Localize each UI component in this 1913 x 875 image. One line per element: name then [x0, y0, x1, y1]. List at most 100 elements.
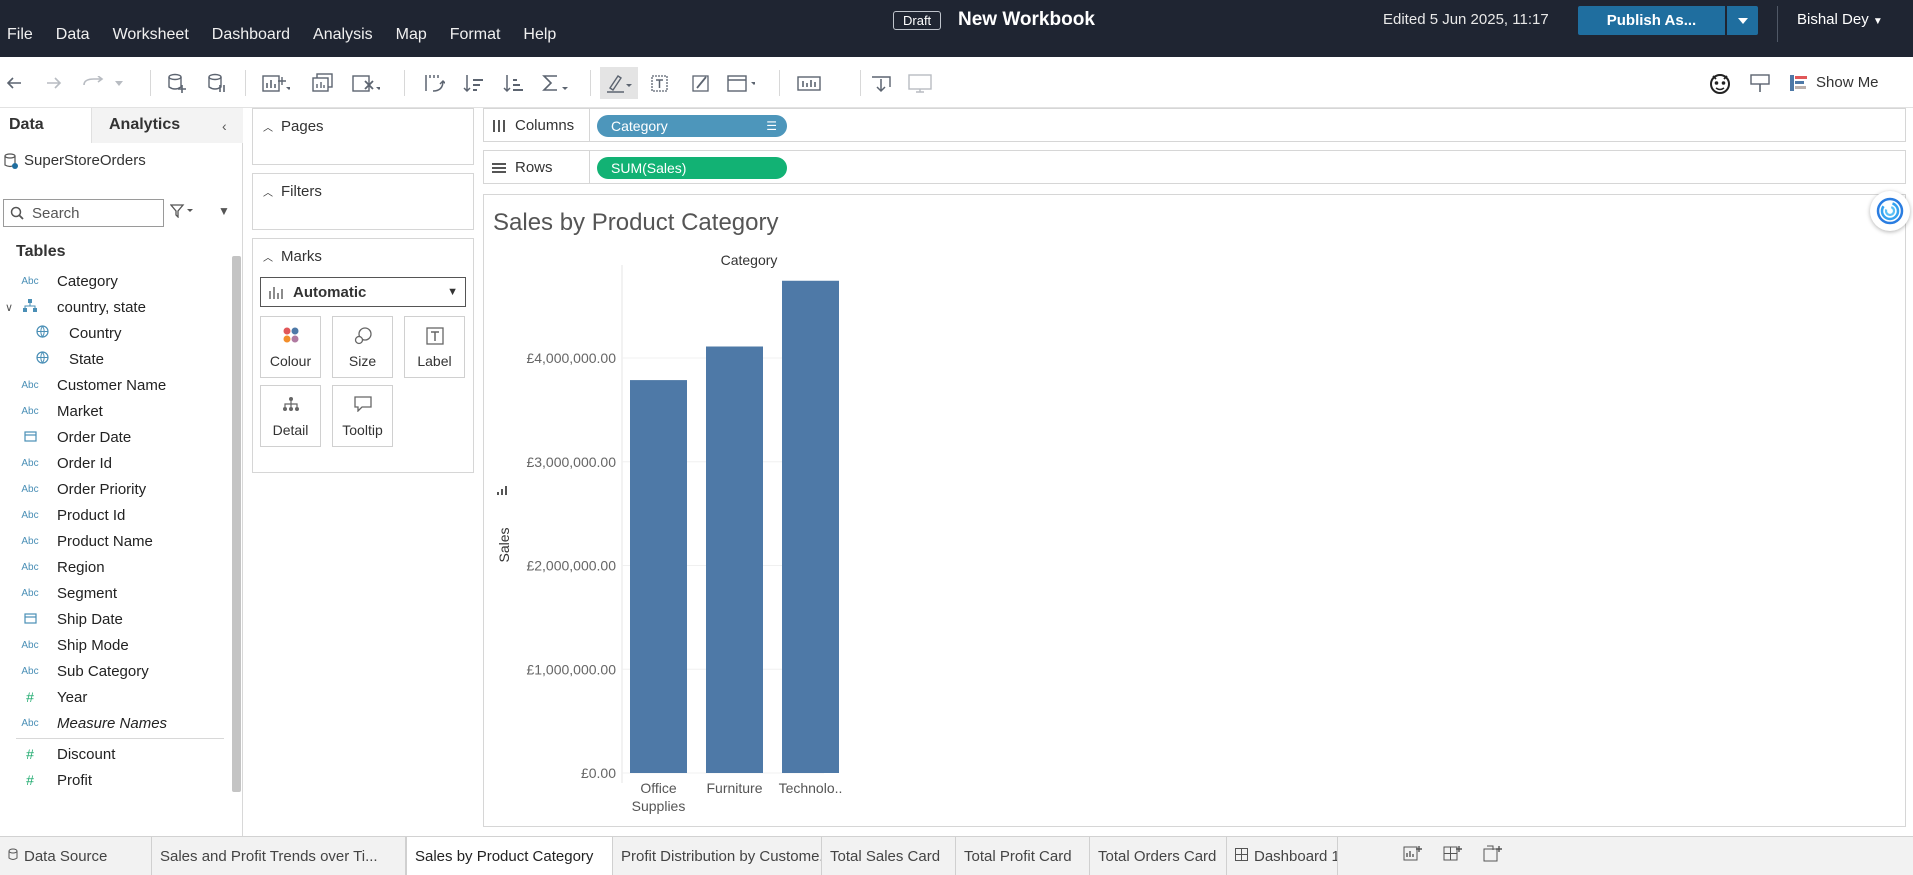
sheet-tab-dashboard-1[interactable]: Dashboard 1: [1227, 837, 1338, 875]
scrollbar[interactable]: [232, 256, 241, 792]
field-state[interactable]: State: [0, 346, 232, 372]
columns-shelf[interactable]: Columns Category ☰: [483, 108, 1906, 142]
size-button[interactable]: Size: [332, 316, 393, 378]
menu-item-dashboard[interactable]: Dashboard: [205, 6, 290, 63]
chevron-down-icon[interactable]: ∨: [5, 301, 13, 314]
label-button[interactable]: Label: [404, 316, 465, 378]
detail-button[interactable]: Detail: [260, 385, 321, 447]
sheet-tab-data-source[interactable]: Data Source: [0, 837, 152, 875]
rows-shelf[interactable]: Rows SUM(Sales): [483, 150, 1906, 184]
sheet-tab-total-profit-card[interactable]: Total Profit Card: [956, 837, 1090, 875]
field-label: Measure Names: [57, 714, 168, 732]
chevron-down-icon[interactable]: ▼: [218, 204, 230, 218]
filters-card[interactable]: ︿ Filters: [252, 173, 474, 230]
chevron-up-icon[interactable]: ︿: [263, 119, 273, 134]
colour-button[interactable]: Colour: [260, 316, 321, 378]
field-sub-category[interactable]: Abc Sub Category: [0, 658, 232, 684]
menu-item-worksheet[interactable]: Worksheet: [106, 6, 189, 63]
totals-icon[interactable]: [540, 70, 568, 96]
number-type-icon: #: [26, 689, 34, 705]
field-measure-names[interactable]: Abc Measure Names: [0, 710, 232, 736]
menu-item-format[interactable]: Format: [443, 6, 501, 63]
field-discount[interactable]: # Discount: [0, 741, 232, 767]
sheet-tab-sales-and-profit-trends-over-ti[interactable]: Sales and Profit Trends over Ti...: [152, 837, 406, 875]
field-country-state[interactable]: ∨ country, state: [0, 294, 232, 320]
new-worksheet-tab-icon[interactable]: [1403, 845, 1423, 866]
tab-analytics[interactable]: Analytics: [92, 108, 243, 143]
menu-item-data[interactable]: Data: [49, 6, 90, 63]
bar-technolo[interactable]: [782, 280, 839, 773]
fit-icon[interactable]: [727, 70, 755, 96]
clear-sheet-icon[interactable]: [352, 70, 380, 96]
redo-icon[interactable]: [40, 70, 68, 96]
field-product-name[interactable]: Abc Product Name: [0, 528, 232, 554]
pause-updates-icon[interactable]: [203, 70, 231, 96]
field-customer-name[interactable]: Abc Customer Name: [0, 372, 232, 398]
presentation-mode-icon[interactable]: [797, 70, 825, 96]
filter-icon[interactable]: [169, 204, 196, 221]
menu-item-file[interactable]: File: [0, 6, 33, 63]
undo-icon[interactable]: [0, 70, 28, 96]
format-workbook-icon[interactable]: [687, 70, 715, 96]
category-pill[interactable]: Category ☰: [597, 115, 787, 137]
field-region[interactable]: Abc Region: [0, 554, 232, 580]
pages-card[interactable]: ︿ Pages: [252, 108, 474, 165]
chevron-up-icon[interactable]: ︿: [263, 249, 273, 264]
field-ship-mode[interactable]: Abc Ship Mode: [0, 632, 232, 658]
workbook-title[interactable]: New Workbook: [958, 9, 1095, 31]
chevron-up-icon[interactable]: ︿: [263, 184, 273, 199]
field-order-id[interactable]: Abc Order Id: [0, 450, 232, 476]
datasource-item[interactable]: SuperStoreOrders: [4, 152, 146, 169]
field-order-date[interactable]: Order Date: [0, 424, 232, 450]
sort-descending-icon[interactable]: [500, 70, 528, 96]
sort-ascending-icon[interactable]: [460, 70, 488, 96]
field-profit[interactable]: # Profit: [0, 767, 232, 793]
menu-item-help[interactable]: Help: [516, 6, 556, 63]
tab-data[interactable]: Data: [0, 108, 92, 143]
menu-item-map[interactable]: Map: [389, 6, 427, 63]
new-story-tab-icon[interactable]: [1483, 845, 1503, 866]
show-mark-labels-icon[interactable]: [646, 70, 674, 96]
field-segment[interactable]: Abc Segment: [0, 580, 232, 606]
string-type-icon: Abc: [21, 509, 39, 521]
field-market[interactable]: Abc Market: [0, 398, 232, 424]
duplicate-sheet-icon[interactable]: [309, 70, 337, 96]
field-year[interactable]: # Year: [0, 684, 232, 710]
replay-icon[interactable]: [80, 70, 108, 96]
string-type-icon: Abc: [21, 535, 39, 547]
tooltip-button[interactable]: Tooltip: [332, 385, 393, 447]
presentation-pointer-icon[interactable]: [1746, 70, 1774, 96]
user-menu[interactable]: Bishal Dey ▼: [1797, 11, 1883, 28]
mark-type-dropdown[interactable]: Automatic ▼: [260, 277, 466, 307]
search-input[interactable]: Search: [3, 199, 164, 227]
field-order-priority[interactable]: Abc Order Priority: [0, 476, 232, 502]
field-category[interactable]: Abc Category: [0, 268, 232, 294]
menu-item-analysis[interactable]: Analysis: [306, 6, 373, 63]
field-quantity[interactable]: #Quantity: [0, 793, 232, 796]
field-country[interactable]: Country: [0, 320, 232, 346]
new-data-source-icon[interactable]: [163, 70, 191, 96]
show-me-button[interactable]: Show Me: [1790, 74, 1879, 91]
datasource-icon: [4, 152, 18, 169]
sheet-tab-total-sales-card[interactable]: Total Sales Card: [822, 837, 956, 875]
new-worksheet-icon[interactable]: [262, 70, 290, 96]
field-product-id[interactable]: Abc Product Id: [0, 502, 232, 528]
publish-dropdown-button[interactable]: [1727, 6, 1758, 35]
sheet-tab-total-orders-card[interactable]: Total Orders Card: [1090, 837, 1227, 875]
bar-office-supplies[interactable]: [630, 380, 687, 773]
collapse-pane-icon[interactable]: ‹: [222, 118, 227, 134]
publish-as-button[interactable]: Publish As...: [1578, 6, 1725, 35]
sales-pill[interactable]: SUM(Sales): [597, 157, 787, 179]
sheet-tab-sales-by-product-category[interactable]: Sales by Product Category: [406, 837, 613, 875]
new-dashboard-tab-icon[interactable]: [1443, 845, 1463, 866]
field-ship-date[interactable]: Ship Date: [0, 606, 232, 632]
chevron-down-icon[interactable]: [110, 70, 128, 96]
einstein-assistant-icon[interactable]: [1706, 70, 1734, 96]
swap-rows-columns-icon[interactable]: [420, 70, 448, 96]
highlight-icon[interactable]: [600, 67, 638, 99]
ai-assistant-button[interactable]: [1870, 191, 1910, 231]
download-icon[interactable]: [867, 70, 895, 96]
bar-furniture[interactable]: [706, 346, 763, 773]
share-device-icon[interactable]: [907, 70, 935, 96]
sheet-tab-profit-distribution-by-custome[interactable]: Profit Distribution by Custome...: [613, 837, 822, 875]
